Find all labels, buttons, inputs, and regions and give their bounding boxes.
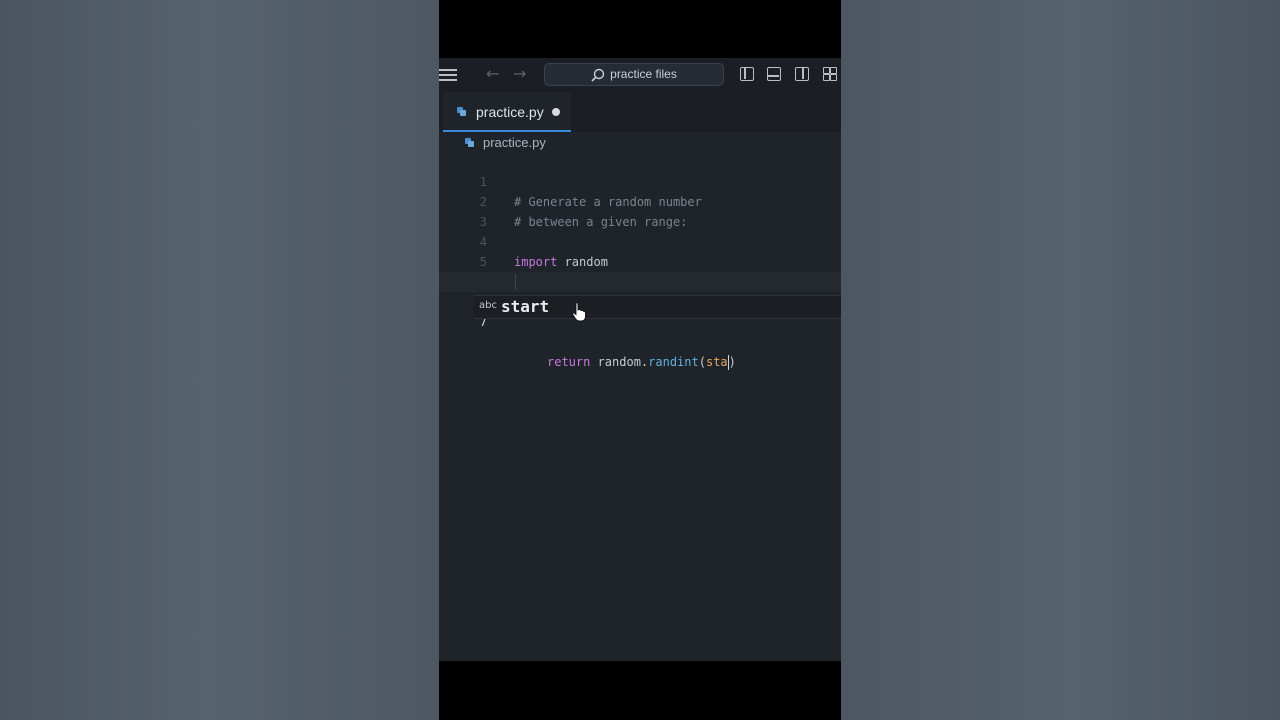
code-line: 4 import random [439, 212, 841, 269]
code-line: 3 [439, 192, 841, 229]
menu-icon[interactable] [439, 69, 457, 81]
paren: ( [698, 355, 706, 369]
search-icon [591, 68, 605, 82]
breadcrumb: practice.py [439, 132, 841, 154]
title-bar: ← → practice files [439, 58, 841, 92]
argument: sta [705, 355, 728, 369]
paren: ) [728, 355, 736, 369]
current-line-highlight [439, 272, 841, 292]
command-center-search[interactable]: practice files [544, 63, 724, 86]
suggestion-kind-icon: abc [479, 300, 497, 311]
indent-guide [515, 274, 516, 290]
tab-bar: practice.py [439, 92, 841, 132]
toggle-secondary-sidebar-icon[interactable] [795, 67, 809, 81]
code-line: 1 # Generate a random number [439, 152, 841, 209]
python-file-icon [465, 138, 474, 147]
code-line: 6 def generate_random_number(start, end)… [439, 252, 841, 309]
breadcrumb-file[interactable]: practice.py [483, 135, 546, 150]
tab-practice-py[interactable]: practice.py [443, 92, 571, 132]
toggle-primary-sidebar-icon[interactable] [740, 67, 754, 81]
customize-layout-icon[interactable] [823, 67, 837, 81]
python-file-icon [457, 107, 466, 116]
code-line: 2 # between a given range: [439, 172, 841, 229]
autocomplete-suggestion[interactable]: abc start [474, 295, 841, 319]
suggestion-text[interactable]: start [501, 297, 549, 316]
object-ref: random. [590, 355, 649, 369]
unsaved-changes-dot[interactable] [552, 108, 560, 116]
video-frame: ← → practice files practice.py practice.… [439, 0, 841, 720]
forward-arrow-icon[interactable]: → [513, 64, 526, 83]
code-line-active: 7 return random.randint(sta) [439, 272, 841, 370]
code-editor-window: ← → practice files practice.py practice.… [439, 58, 841, 661]
search-label: practice files [610, 67, 677, 81]
tab-label: practice.py [476, 104, 544, 120]
toggle-panel-icon[interactable] [767, 67, 781, 81]
keyword: return [547, 355, 591, 369]
back-arrow-icon[interactable]: ← [486, 64, 499, 83]
function-call: randint [648, 355, 699, 369]
hand-pointer-cursor-icon [572, 302, 586, 322]
code-line: 5 [439, 232, 841, 269]
